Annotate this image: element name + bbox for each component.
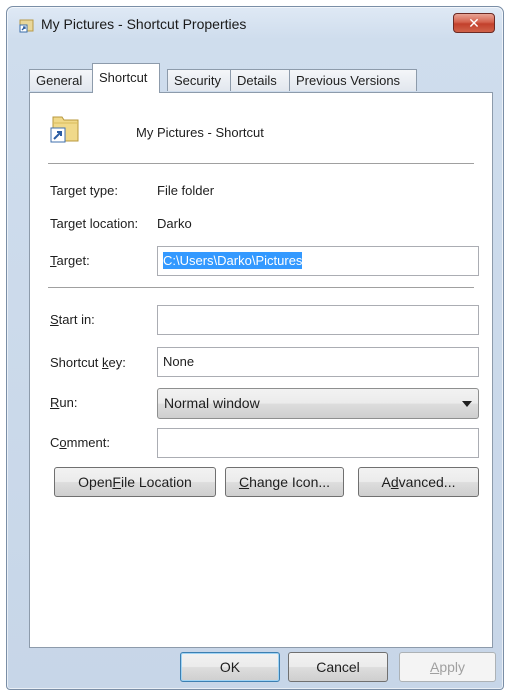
tab-security[interactable]: Security	[167, 69, 231, 91]
ok-button[interactable]: OK	[180, 652, 280, 682]
tab-shortcut[interactable]: Shortcut	[92, 63, 160, 93]
open-file-location-label-rest: ile Location	[120, 474, 192, 490]
comment-label: Comment:	[50, 435, 110, 450]
shortcut-icon	[19, 17, 35, 33]
apply-label-rest: pply	[439, 659, 466, 675]
shortcut-key-label: Shortcut key:	[50, 355, 126, 370]
shortcut-panel: My Pictures - Shortcut Target type: File…	[29, 92, 493, 648]
start-in-label-key: S	[50, 312, 59, 327]
run-value: Normal window	[164, 395, 260, 411]
shortcut-key-label-pre: Shortcut	[50, 355, 103, 370]
advanced-label-rest: vanced...	[398, 474, 456, 490]
shortcut-key-value: None	[163, 354, 195, 369]
run-label-rest: un:	[59, 395, 78, 410]
start-in-field[interactable]	[157, 305, 479, 335]
tab-general[interactable]: General	[29, 69, 93, 91]
separator	[48, 163, 474, 164]
cancel-label: Cancel	[316, 659, 360, 675]
change-icon-label-rest: hange Icon...	[249, 474, 331, 490]
start-in-label: Start in:	[50, 312, 95, 327]
close-button[interactable]: ✕	[453, 13, 495, 33]
cancel-button[interactable]: Cancel	[288, 652, 388, 682]
comment-label-rest: mment:	[66, 435, 110, 450]
target-location-label: Target location:	[50, 216, 139, 231]
target-location-value: Darko	[157, 216, 192, 231]
window-title: My Pictures - Shortcut Properties	[41, 16, 247, 32]
target-label: Target:	[50, 253, 90, 268]
separator	[48, 287, 474, 288]
run-label: Run:	[50, 395, 77, 410]
close-icon: ✕	[468, 15, 480, 31]
tab-previous-versions-label: Previous Versions	[296, 73, 401, 88]
run-dropdown[interactable]: Normal window	[157, 388, 479, 419]
tab-previous-versions[interactable]: Previous Versions	[289, 69, 417, 91]
advanced-label-pre: A	[381, 474, 391, 490]
ok-label: OK	[219, 659, 241, 675]
shortcut-name: My Pictures - Shortcut	[136, 125, 264, 140]
target-field[interactable]: C:\Users\Darko\Pictures	[157, 246, 479, 276]
comment-label-key: o	[59, 435, 67, 450]
comment-label-pre: C	[50, 435, 60, 450]
comment-field[interactable]	[157, 428, 479, 458]
tab-details[interactable]: Details	[230, 69, 290, 91]
tab-shortcut-label: Shortcut	[99, 70, 148, 85]
open-file-location-label-key: F	[112, 474, 121, 490]
change-icon-label-key: C	[238, 474, 250, 490]
open-file-location-label-pre: Open	[78, 474, 113, 490]
tab-general-label: General	[36, 73, 83, 88]
tab-security-label: Security	[174, 73, 221, 88]
open-file-location-button[interactable]: Open File Location	[54, 467, 216, 497]
tab-details-label: Details	[237, 73, 277, 88]
target-type-value: File folder	[157, 183, 215, 198]
shortcut-key-label-rest: ey:	[108, 355, 126, 370]
target-value: C:\Users\Darko\Pictures	[163, 252, 303, 269]
target-type-label: Target type:	[50, 183, 118, 198]
advanced-label-key: d	[390, 474, 399, 490]
folder-shortcut-icon	[48, 111, 82, 148]
change-icon-button[interactable]: Change Icon...	[225, 467, 344, 497]
apply-button[interactable]: Apply	[399, 652, 496, 682]
properties-window: My Pictures - Shortcut Properties ✕ Gene…	[6, 6, 504, 690]
chevron-down-icon	[462, 401, 472, 407]
title-bar[interactable]: My Pictures - Shortcut Properties ✕	[7, 7, 503, 41]
start-in-label-rest: tart in:	[58, 312, 95, 327]
shortcut-key-field[interactable]: None	[157, 347, 479, 377]
run-label-key: R	[50, 395, 60, 410]
advanced-button[interactable]: Ad vanced...	[358, 467, 479, 497]
target-label-rest: arget:	[56, 253, 90, 268]
apply-label-key: A	[429, 659, 440, 675]
